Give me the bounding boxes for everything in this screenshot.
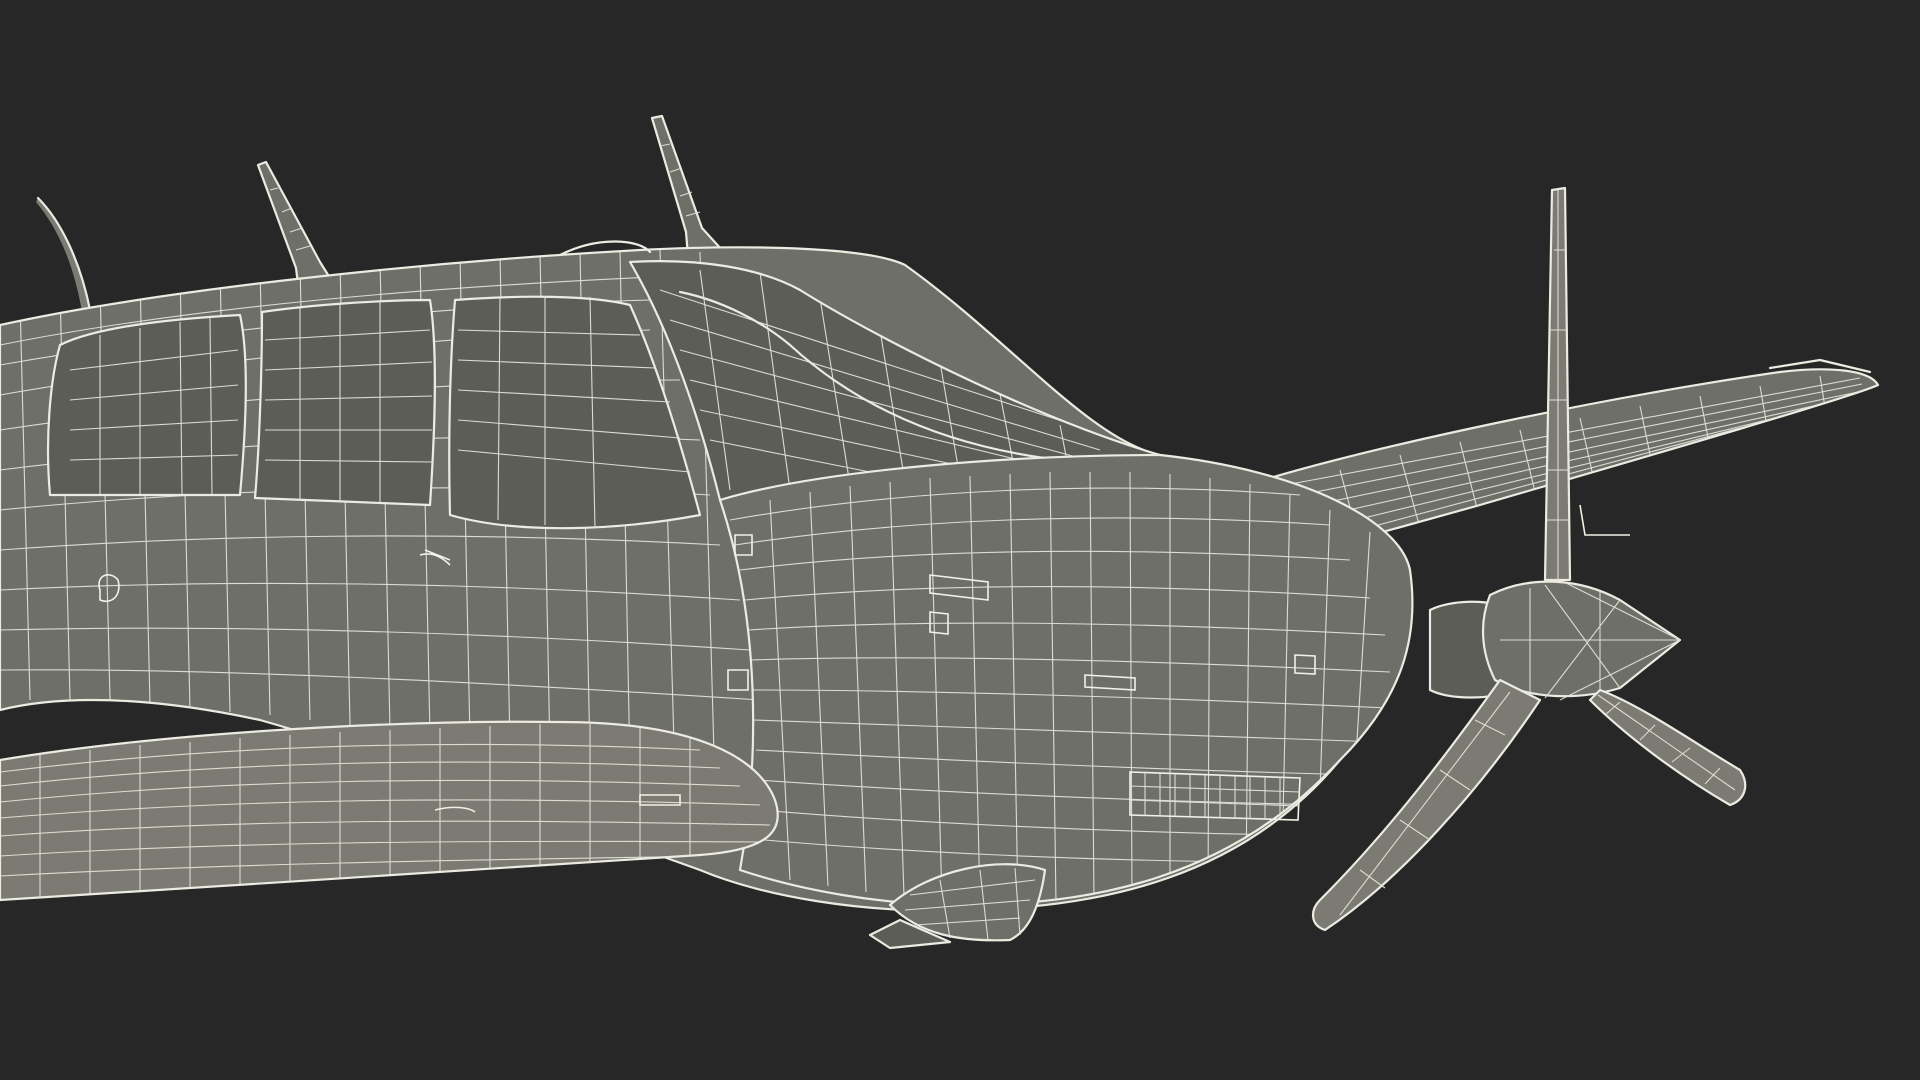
antenna-front (650, 114, 724, 258)
wireframe-render (0, 114, 1880, 950)
cabin-windows (46, 295, 702, 530)
propeller-spinner (1482, 579, 1682, 701)
antenna-mid (256, 160, 332, 286)
left-wing (0, 720, 779, 902)
antenna-rear (36, 196, 92, 312)
propeller-blade-right (1588, 688, 1747, 807)
propeller-blade-up (1543, 186, 1572, 582)
